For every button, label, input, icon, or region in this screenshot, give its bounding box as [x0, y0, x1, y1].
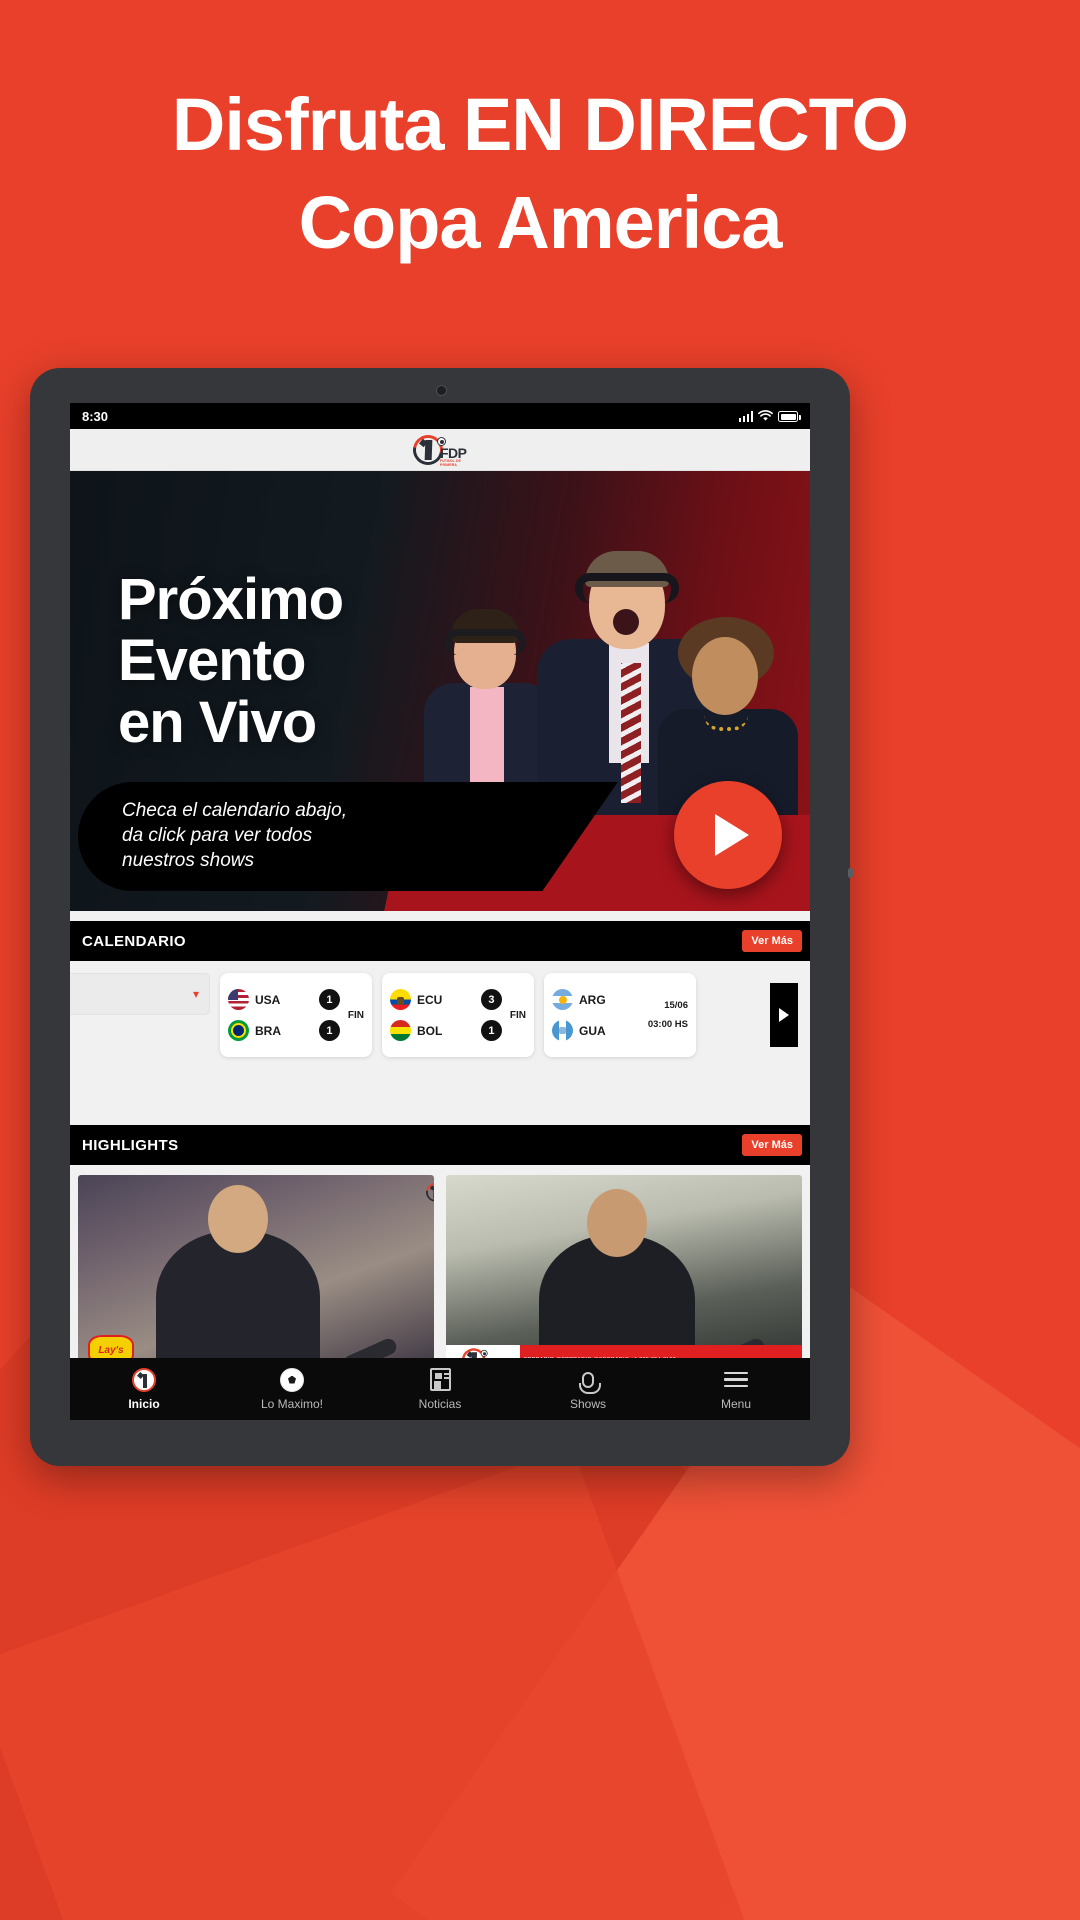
fdp-logo-numeral-one: [424, 439, 433, 460]
match-time: 03:00 HS: [647, 1019, 688, 1030]
calendar-filter-select[interactable]: Todos ▾: [70, 973, 210, 1015]
match-away-team: GUA: [552, 1020, 642, 1041]
microphone-icon: [579, 1368, 601, 1394]
match-home-team: ECU: [390, 989, 477, 1010]
highlight-person: [156, 1185, 321, 1375]
hero-banner[interactable]: Próximo Evento en Vivo Checa el calendar…: [70, 471, 810, 911]
chevron-updown-icon: ▾: [192, 987, 199, 1001]
calendar-content: Todos ▾ USA BRA: [70, 961, 810, 1125]
nav-item-shows[interactable]: Shows: [514, 1368, 662, 1411]
match-schedule: 15/06 03:00 HS: [646, 1000, 688, 1030]
match-scores: 3 1: [480, 989, 502, 1041]
brazil-flag-icon: [228, 1020, 249, 1041]
hero-title-line3: en Vivo: [118, 689, 317, 755]
hero-bottom-strip: [70, 911, 810, 921]
nav-item-noticias-label: Noticias: [418, 1396, 462, 1411]
match-scores: 1 1: [318, 989, 340, 1041]
hero-caption-line1: Checa el calendario abajo,: [122, 799, 347, 821]
match-card[interactable]: ARG GUA 15/06 03:00 HS: [544, 973, 696, 1057]
match-away-team: BRA: [228, 1020, 315, 1041]
fdp-logo-icon: [132, 1367, 156, 1392]
match-home-abbr: ECU: [417, 992, 443, 1007]
match-home-abbr: USA: [255, 992, 281, 1007]
highlight-thumbnail[interactable]: FDPRADIO @FDPRADIO @FDPRADIO +1 305-954-…: [446, 1175, 802, 1375]
match-away-abbr: GUA: [579, 1023, 606, 1038]
hero-caption-line3: nuestros shows: [122, 849, 255, 871]
match-home-score: 3: [480, 989, 502, 1010]
match-teams: USA BRA: [228, 989, 315, 1041]
hero-caption-ribbon: Checa el calendario abajo, da click para…: [78, 781, 618, 891]
calendar-next-arrow-button[interactable]: [770, 983, 798, 1047]
guatemala-flag-icon: [552, 1020, 573, 1041]
play-icon[interactable]: [674, 781, 782, 889]
match-away-score: 1: [318, 1020, 340, 1041]
match-home-abbr: ARG: [579, 992, 606, 1007]
ecuador-flag-icon: [390, 989, 411, 1010]
calendar-section-header: CALENDARIO Ver Más: [70, 921, 810, 961]
match-teams: ECU BOL: [390, 989, 477, 1041]
nav-item-inicio-label: Inicio: [128, 1396, 160, 1411]
calendar-ver-mas-button[interactable]: Ver Más: [742, 930, 802, 952]
match-teams: ARG GUA: [552, 989, 642, 1041]
hero-caption-line2: da click para ver todos: [122, 824, 313, 846]
fdp-logo-icon[interactable]: FDP FUTBOL DE PRIMERA: [407, 428, 467, 471]
nav-item-menu-label: Menu: [720, 1396, 752, 1411]
highlights-ver-mas-button[interactable]: Ver Más: [742, 1134, 802, 1156]
match-status: FIN: [509, 1009, 526, 1021]
match-date: 15/06: [664, 1000, 688, 1011]
battery-icon: [778, 411, 801, 422]
bottom-navigation-bar: Inicio Lo Maximo! Noticias Shows Menu: [70, 1358, 810, 1420]
match-card[interactable]: USA BRA 1 1 FIN: [220, 973, 372, 1057]
chevron-right-icon: [779, 1008, 789, 1022]
play-triangle: [715, 814, 749, 856]
status-bar: 8:30: [70, 403, 810, 429]
hamburger-menu-icon: [724, 1368, 748, 1392]
tablet-device-frame: 8:30 FDP FUTBOL DE PRIMERA Próximo Event…: [30, 368, 853, 1466]
argentina-flag-icon: [552, 989, 573, 1010]
calendar-section-title: CALENDARIO: [82, 932, 186, 950]
calendar-match-row[interactable]: Todos ▾ USA BRA: [70, 973, 810, 1057]
highlight-thumbnail[interactable]: FDP Lay's: [78, 1175, 434, 1375]
promo-headline: Disfruta EN DIRECTO Copa America: [0, 88, 1080, 260]
app-header: FDP FUTBOL DE PRIMERA: [70, 428, 810, 471]
hero-title: Próximo Evento en Vivo: [118, 567, 344, 755]
match-away-team: BOL: [390, 1020, 477, 1041]
tablet-side-button: [848, 868, 853, 878]
tablet-screen: 8:30 FDP FUTBOL DE PRIMERA Próximo Event…: [70, 403, 810, 1420]
hero-title-line2: Evento: [118, 628, 306, 694]
promo-headline-line2: Copa America: [298, 181, 783, 264]
newspaper-icon: [429, 1368, 451, 1392]
match-away-abbr: BRA: [255, 1023, 281, 1038]
status-bar-time: 8:30: [82, 408, 109, 424]
usa-flag-icon: [228, 989, 249, 1010]
signal-icon: [738, 411, 753, 422]
bolivia-flag-icon: [390, 1020, 411, 1041]
match-home-team: USA: [228, 989, 315, 1010]
match-home-score: 1: [318, 989, 340, 1010]
promo-headline-line1: Disfruta EN DIRECTO: [171, 83, 909, 166]
match-card[interactable]: ECU BOL 3 1 FIN: [382, 973, 534, 1057]
nav-item-noticias[interactable]: Noticias: [366, 1368, 514, 1411]
match-home-team: ARG: [552, 989, 642, 1010]
nav-item-menu[interactable]: Menu: [662, 1368, 810, 1411]
highlights-section-title: HIGHLIGHTS: [82, 1136, 179, 1154]
highlights-section-header: HIGHLIGHTS Ver Más: [70, 1125, 810, 1165]
wifi-icon: [758, 410, 773, 421]
status-bar-icons: [738, 410, 801, 422]
match-away-abbr: BOL: [417, 1023, 443, 1038]
nav-item-lo-maximo[interactable]: Lo Maximo!: [218, 1367, 366, 1411]
hero-title-line1: Próximo: [118, 567, 344, 632]
nav-item-shows-label: Shows: [569, 1396, 607, 1411]
fdp-logo-subtext: FUTBOL DE PRIMERA: [440, 458, 462, 467]
nav-item-inicio[interactable]: Inicio: [70, 1367, 218, 1411]
soccer-ball-icon: [280, 1367, 304, 1392]
match-away-score: 1: [480, 1020, 502, 1041]
match-status: FIN: [347, 1009, 364, 1021]
nav-item-lo-maximo-label: Lo Maximo!: [260, 1396, 324, 1411]
